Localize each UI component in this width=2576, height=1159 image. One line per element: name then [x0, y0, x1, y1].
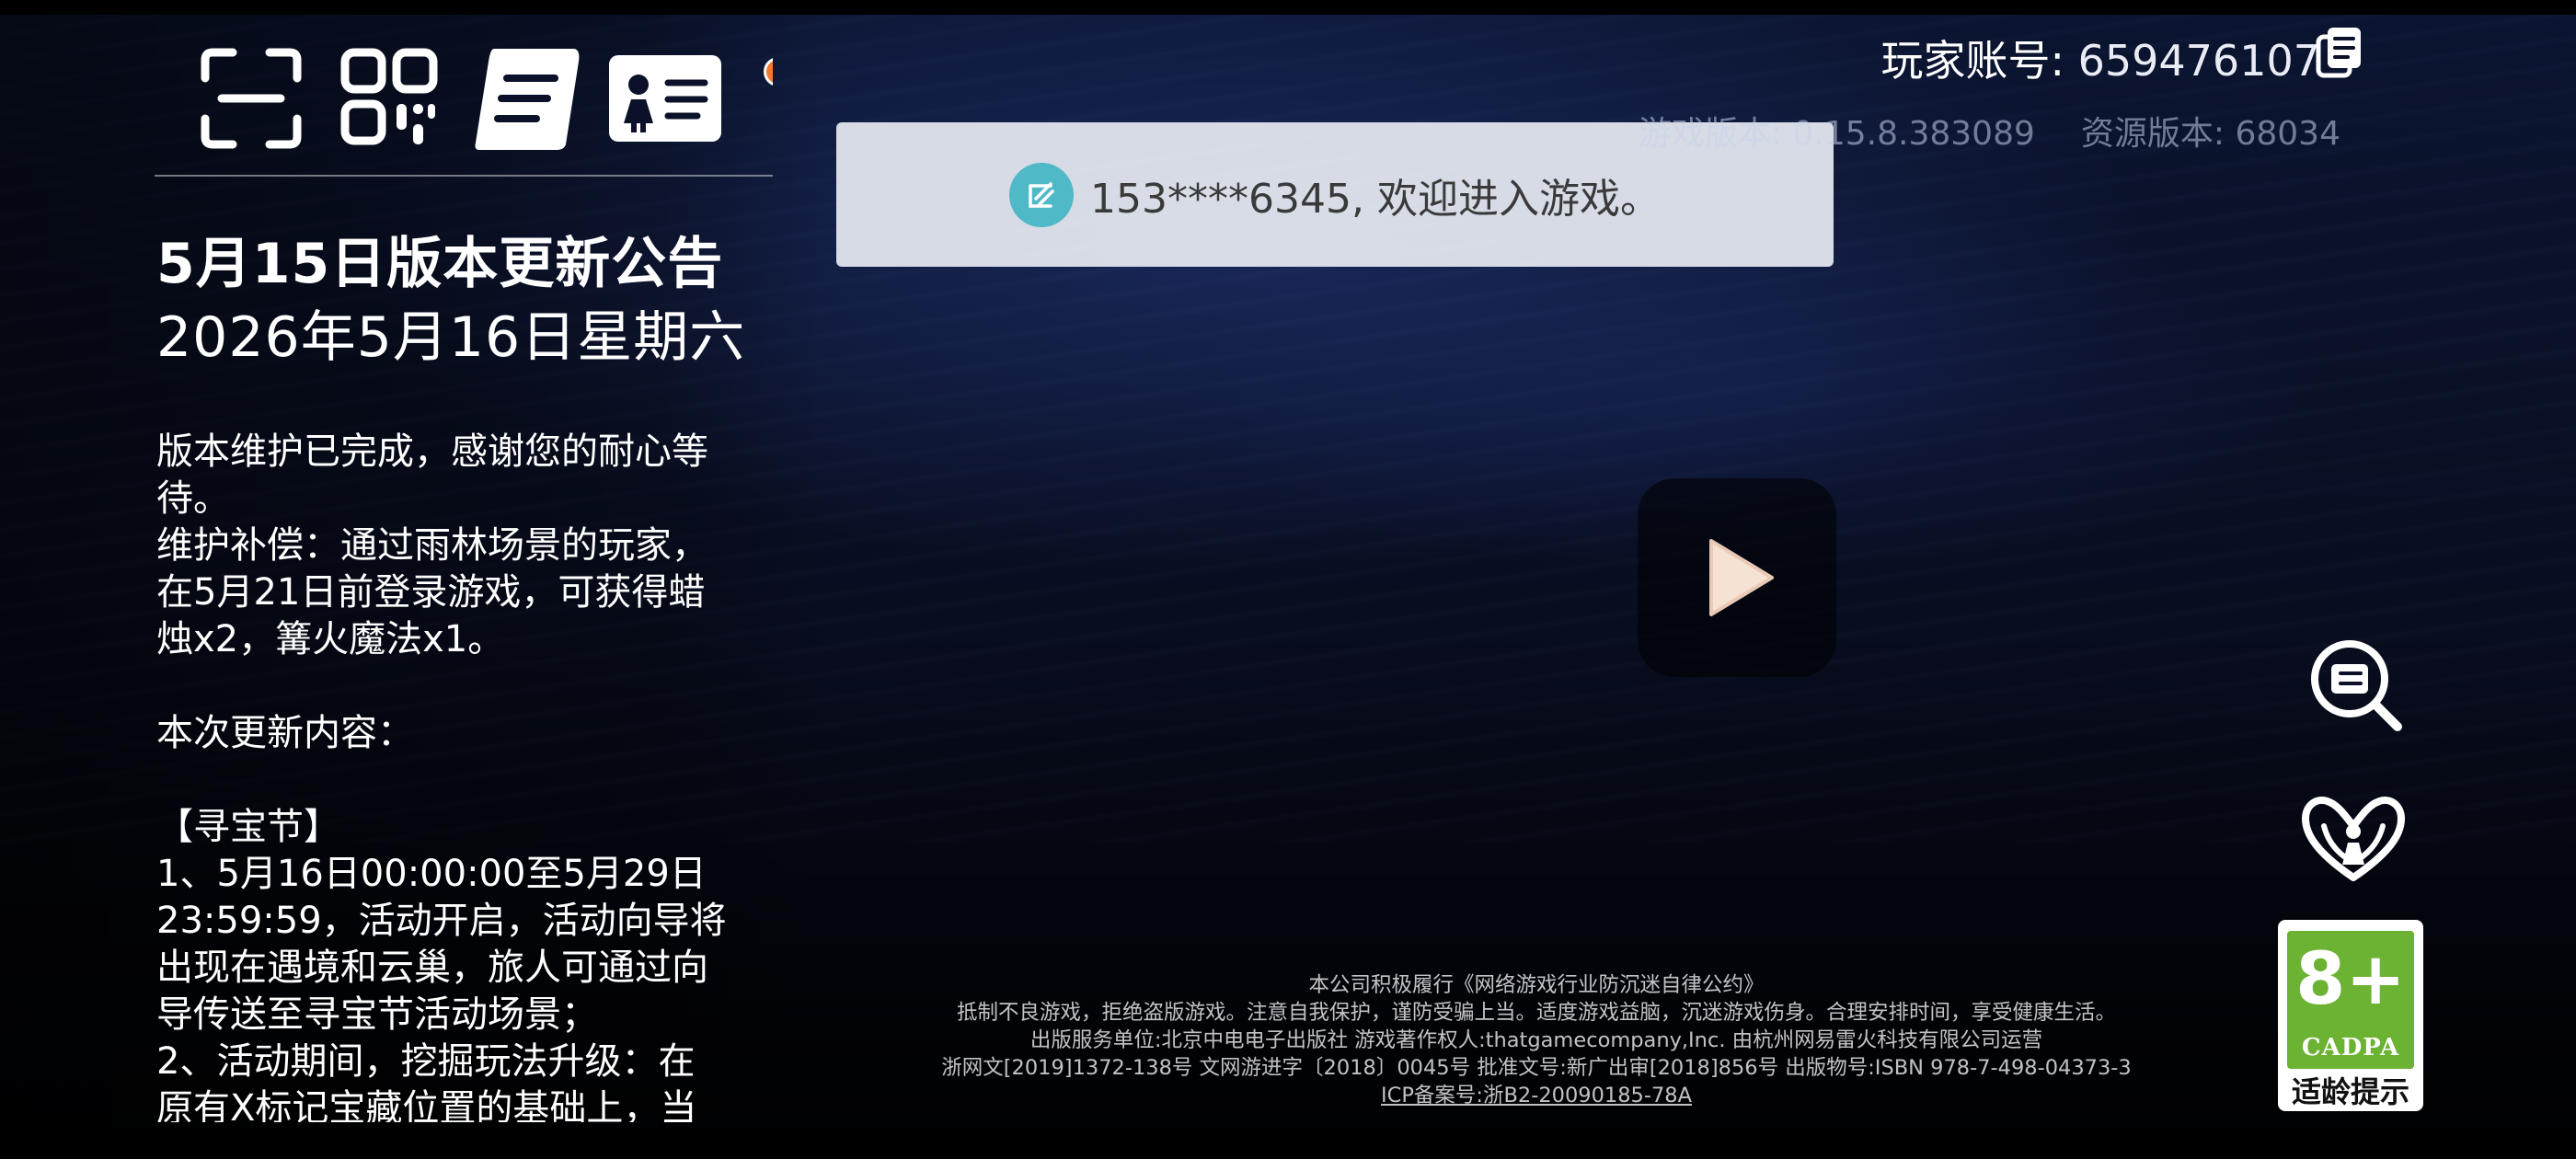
- notice-line: 维护补偿：通过雨林场景的玩家，: [156, 524, 708, 567]
- notice-line: 出现在遇境和云巢，旅人可通过向: [156, 947, 708, 989]
- id-card-icon[interactable]: [605, 39, 725, 158]
- notice-search-icon[interactable]: [2302, 631, 2409, 738]
- notice-line: 2、活动期间，挖掘玩法升级：在: [156, 1040, 696, 1083]
- footer-line: 出版服务单位:北京中电电子出版社 游戏著作权人:thatgamecompany,…: [1029, 1028, 2043, 1052]
- notice-line: 导传送至寻宝节活动场景；: [156, 993, 598, 1036]
- account-number: 659476107: [2077, 36, 2320, 86]
- game-login-screen: 5月15日版本更新公告 2026年5月16日星期六 版本维护已完成，感谢您的耐心…: [0, 0, 2576, 1159]
- copy-icon[interactable]: [2315, 26, 2364, 79]
- guardian-family-icon[interactable]: [2300, 789, 2407, 885]
- age-rating-panel: 8+ CADPA: [2287, 931, 2414, 1069]
- notice-line: 【寻宝节】: [156, 806, 340, 848]
- notice-line: 在5月21日前登录游戏，可获得蜡: [156, 571, 706, 614]
- qr-code-icon[interactable]: [329, 39, 449, 158]
- notice-title: 5月15日版本更新公告: [156, 232, 724, 296]
- game-version: 游戏版本: 0.15.8.383089: [1638, 115, 2035, 153]
- icp-link[interactable]: ICP备案号:浙B2-20090185-78A: [883, 1082, 2190, 1109]
- notice-line: 本次更新内容：: [156, 712, 414, 754]
- legal-footer: 本公司积极履行《网络游戏行业防沉迷自律公约》 抵制不良游戏，拒绝盗版游戏。注意自…: [883, 971, 2190, 1109]
- notice-date: 2026年5月16日星期六: [156, 305, 746, 370]
- play-icon: [1709, 539, 1774, 616]
- scroll-notice-icon[interactable]: [467, 39, 587, 158]
- notice-line: 待。: [156, 477, 230, 520]
- notice-body[interactable]: 版本维护已完成，感谢您的耐心等 待。 维护补偿：通过雨林场景的玩家， 在5月21…: [156, 429, 745, 1122]
- panel-divider: [155, 175, 773, 177]
- notice-line: 版本维护已完成，感谢您的耐心等: [156, 430, 708, 473]
- age-rating-hint: 适龄提示: [2291, 1074, 2409, 1109]
- age-rating-org: CADPA: [2301, 1034, 2400, 1061]
- top-icon-row: [191, 39, 773, 158]
- footer-line: 浙网文[2019]1372-138号 文网游进字〔2018〕0045号 批准文号…: [941, 1056, 2132, 1080]
- account-info: 玩家账号: 659476107: [1880, 28, 2320, 88]
- account-label: 玩家账号:: [1880, 36, 2064, 86]
- notification-dot: [764, 57, 773, 86]
- resource-version: 资源版本: 68034: [2080, 115, 2340, 153]
- toast-message: 153****6345, 欢迎进入游戏。: [1090, 175, 1661, 223]
- netease-account-icon: [1009, 162, 1075, 227]
- notice-line: 1、5月16日00:00:00至5月29日: [156, 853, 707, 895]
- notice-line: 原有X标记宝藏位置的基础上，当: [156, 1087, 697, 1122]
- notice-line: [156, 757, 745, 804]
- age-rating-number: 8+: [2295, 938, 2406, 1021]
- notice-line: 23:59:59，活动开启，活动向导将: [156, 900, 727, 942]
- version-info: 游戏版本: 0.15.8.383089 资源版本: 68034: [1639, 107, 2340, 155]
- footer-line: 抵制不良游戏，拒绝盗版游戏。注意自我保护，谨防受骗上当。适度游戏益脑，沉迷游戏伤…: [956, 1001, 2116, 1025]
- notice-line: 烛x2，篝火魔法x1。: [156, 618, 505, 660]
- scan-icon[interactable]: [191, 39, 311, 158]
- age-rating-badge[interactable]: 8+ CADPA 适龄提示: [2278, 920, 2423, 1111]
- play-button[interactable]: [1638, 478, 1836, 677]
- announcement-panel: 5月15日版本更新公告 2026年5月16日星期六 版本维护已完成，感谢您的耐心…: [155, 0, 773, 1122]
- notice-line: [156, 663, 745, 710]
- footer-line: 本公司积极履行《网络游戏行业防沉迷自律公约》: [1308, 973, 1765, 997]
